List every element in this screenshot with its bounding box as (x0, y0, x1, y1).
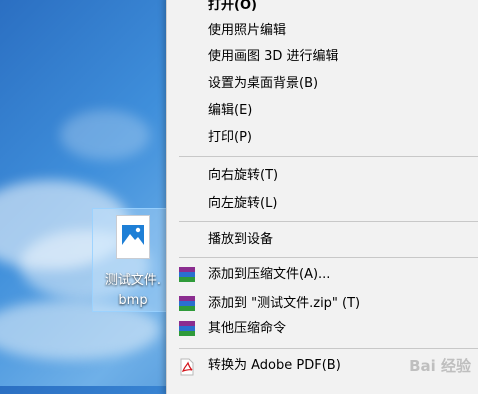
menu-item-label: 使用画图 3D 进行编辑 (208, 49, 339, 64)
menu-item-add-to-archive[interactable]: 添加到压缩文件(A)... (167, 262, 478, 288)
desktop-file-selected[interactable]: 测试文件. bmp (92, 208, 172, 312)
cloud-shape (60, 110, 150, 160)
file-name-line1: 测试文件. (104, 273, 162, 288)
menu-item-label: 向左旋转(L) (208, 196, 278, 211)
winrar-archive-icon (179, 296, 197, 312)
menu-item-label: 设置为桌面背景(B) (208, 76, 319, 91)
menu-item-rotate-left[interactable]: 向左旋转(L) (167, 191, 478, 217)
file-name-line2: bmp (118, 293, 148, 308)
menu-item-label: 添加到压缩文件(A)... (208, 267, 331, 282)
menu-separator (179, 348, 478, 349)
menu-item-rotate-right[interactable]: 向右旋转(T) (167, 163, 478, 189)
menu-separator (179, 156, 478, 157)
menu-separator (179, 257, 478, 258)
menu-item-edit[interactable]: 编辑(E) (167, 98, 478, 124)
menu-item-label: 转换为 Adobe PDF(B) (208, 358, 341, 373)
menu-item-cast-to-device[interactable]: 播放到设备 (167, 227, 478, 253)
file-name-label: 测试文件. bmp (95, 271, 171, 311)
menu-separator (179, 221, 478, 222)
menu-item-label: 编辑(E) (208, 103, 253, 118)
menu-item-label: 添加到 "测试文件.zip" (T) (208, 296, 361, 311)
menu-item-add-to-zip[interactable]: 添加到 "测试文件.zip" (T) (167, 291, 478, 317)
winrar-archive-icon (179, 321, 197, 337)
menu-item-label: 打开(O) (208, 0, 257, 13)
menu-item-more-archive-commands[interactable]: 其他压缩命令 (167, 316, 478, 342)
menu-item-open[interactable]: 打开(O) (167, 0, 478, 19)
menu-item-edit-with-paint3d[interactable]: 使用画图 3D 进行编辑 (167, 44, 478, 70)
menu-item-label: 向右旋转(T) (208, 168, 279, 183)
menu-item-label: 使用照片编辑 (208, 23, 287, 38)
menu-item-label: 打印(P) (208, 130, 252, 145)
winrar-archive-icon (179, 267, 197, 283)
menu-item-print[interactable]: 打印(P) (167, 125, 478, 151)
menu-item-label: 播放到设备 (208, 232, 274, 247)
picture-file-icon (116, 215, 150, 259)
menu-item-set-desktop-background[interactable]: 设置为桌面背景(B) (167, 71, 478, 97)
adobe-pdf-icon (179, 358, 197, 376)
context-menu: 打开(O) 使用照片编辑 使用画图 3D 进行编辑 设置为桌面背景(B) 编辑(… (166, 0, 478, 394)
menu-item-label: 其他压缩命令 (208, 321, 287, 336)
menu-item-edit-with-photos[interactable]: 使用照片编辑 (167, 18, 478, 44)
watermark-text: Bai 经验 (409, 357, 471, 375)
